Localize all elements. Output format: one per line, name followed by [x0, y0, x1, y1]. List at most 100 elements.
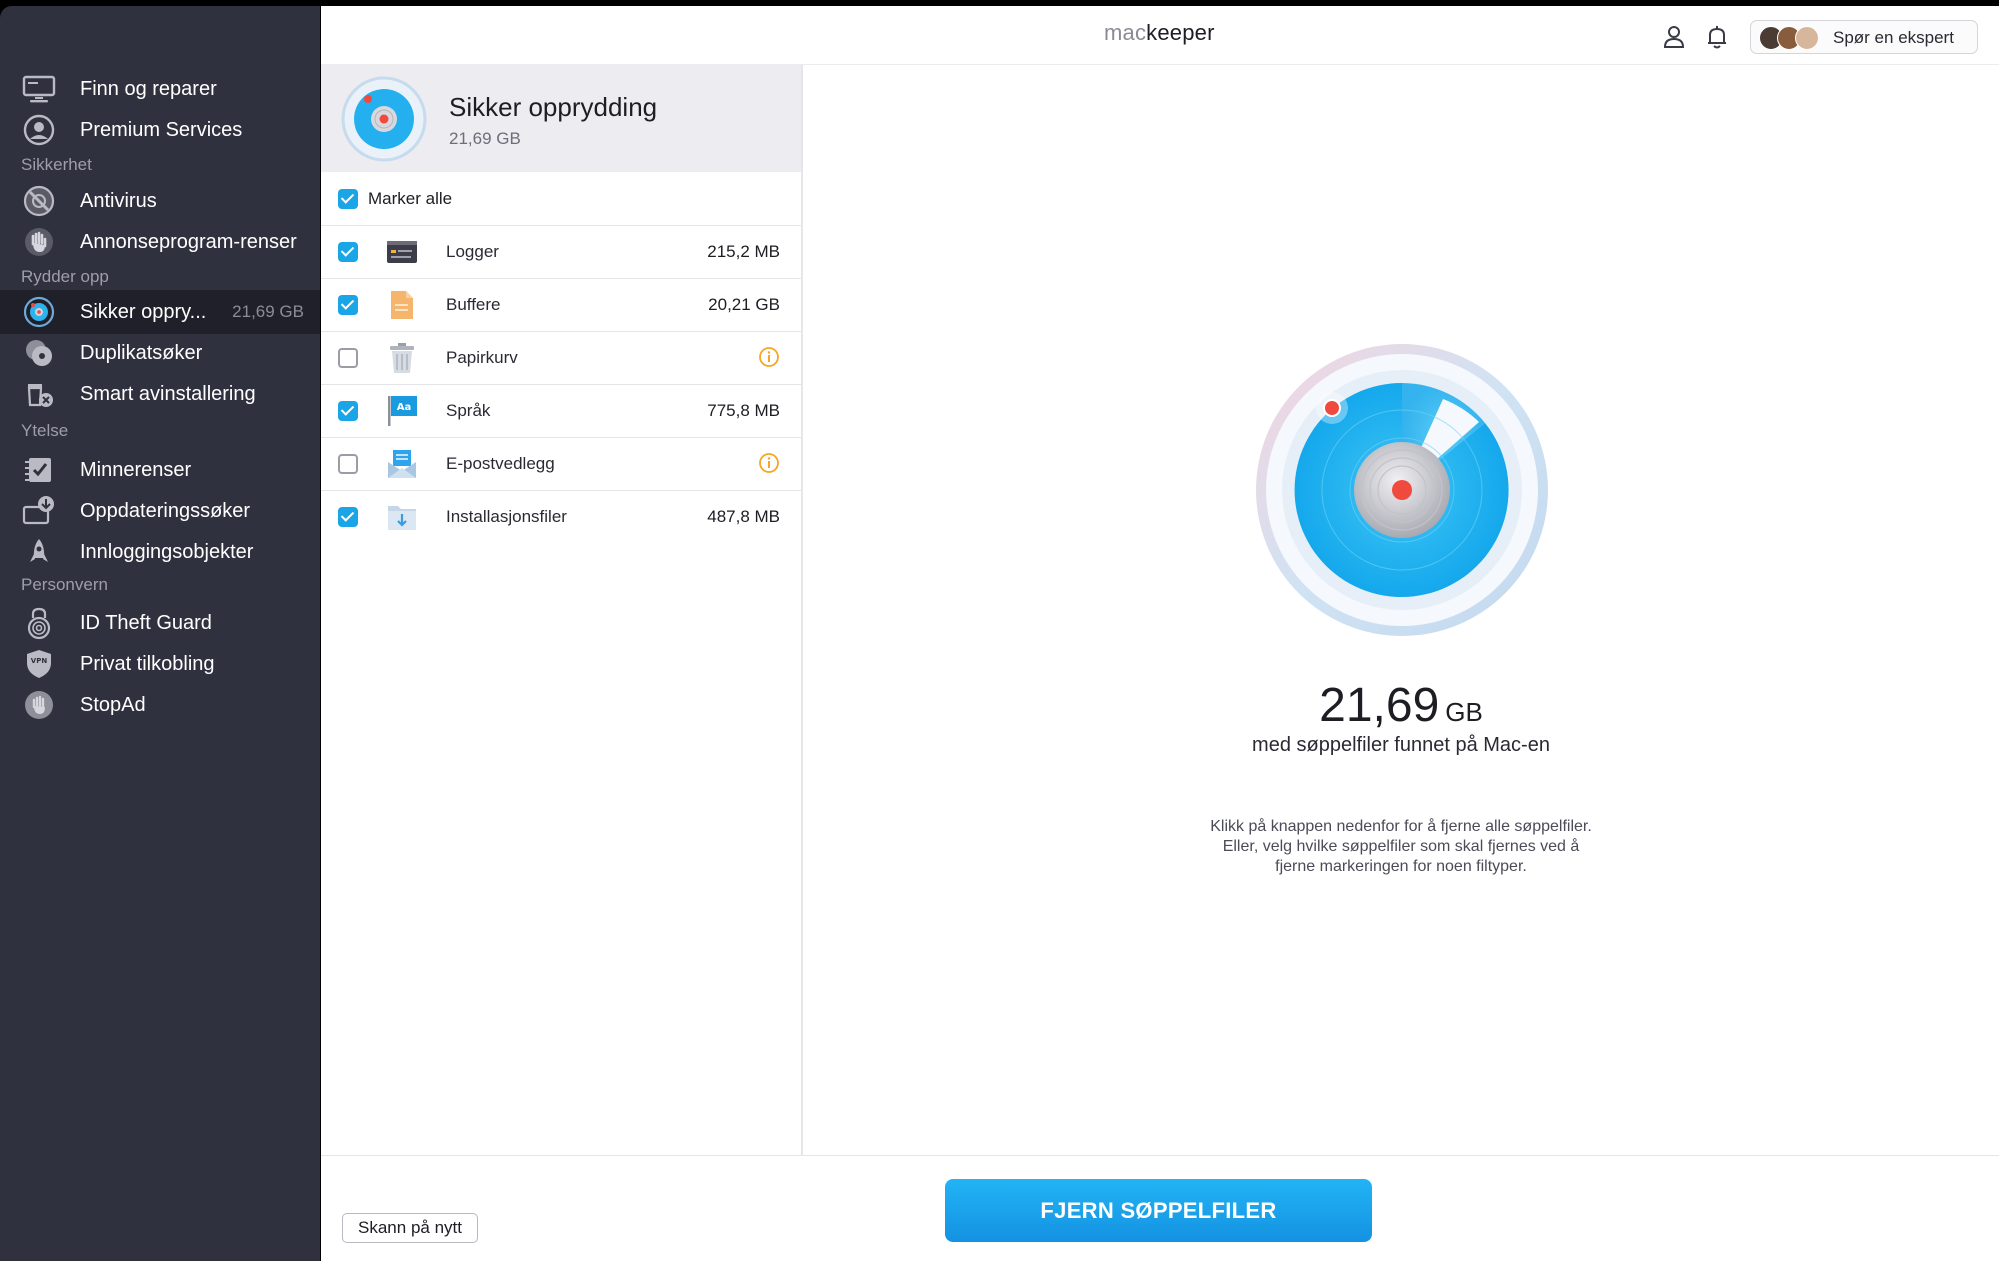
page-title: Sikker opprydding: [449, 92, 658, 122]
select-all-label: Marker alle: [368, 189, 453, 208]
warning-info-icon[interactable]: [758, 452, 780, 474]
mail-attachment-icon: [385, 447, 419, 481]
select-all-row[interactable]: Marker alle: [321, 172, 801, 226]
sidebar-item-label: Premium Services: [80, 118, 243, 141]
sidebar-item-label: Sikker oppry...: [80, 300, 207, 323]
row-size: 215,2 MB: [707, 242, 780, 261]
sidebar-item-antivirus[interactable]: Antivirus: [0, 181, 320, 221]
category-list-panel: Sikker opprydding 21,69 GB Marker alle L…: [321, 65, 803, 1155]
list-item-mail-attachments[interactable]: E-postvedlegg: [321, 437, 801, 491]
sidebar-item-duplicate-finder[interactable]: Duplikatsøker: [0, 333, 320, 373]
ask-expert-button[interactable]: Spør en ekspert: [1750, 20, 1978, 54]
trash-bin-icon: [385, 341, 419, 375]
list-item-trash[interactable]: Papirkurv: [321, 331, 801, 385]
list-item-languages[interactable]: Aa Språk 775,8 MB: [321, 384, 801, 438]
sidebar-item-smart-uninstaller[interactable]: Smart avinstallering: [0, 374, 320, 414]
select-all-checkbox[interactable]: [338, 189, 358, 209]
instruction-text: Klikk på knappen nedenfor for å fjerne a…: [1210, 818, 1592, 875]
list-header: Sikker opprydding 21,69 GB: [321, 65, 801, 172]
sidebar-item-safe-cleanup[interactable]: Sikker oppry... 21,69 GB: [0, 290, 320, 334]
sidebar-item-label: Antivirus: [80, 189, 157, 212]
app-window: Finn og reparer Premium Services Sikkerh…: [0, 0, 1999, 1261]
avatar: [1795, 26, 1819, 50]
radar-icon: [22, 295, 56, 329]
duplicate-discs-icon: [22, 336, 56, 370]
topbar: mackeeper Spør en ekspert: [321, 6, 1999, 65]
notifications-bell-icon[interactable]: [1704, 24, 1730, 50]
section-header-cleanup: Rydder opp: [21, 267, 109, 286]
row-checkbox[interactable]: [338, 242, 358, 262]
summary-panel: 21,69 GB med søppelfiler funnet på Mac-en…: [803, 65, 1999, 1155]
sidebar-item-id-theft-guard[interactable]: ID Theft Guard: [0, 603, 320, 643]
sidebar-item-size: 21,69 GB: [232, 302, 304, 321]
log-file-icon: [385, 235, 419, 269]
remove-junk-button[interactable]: FJERN SØPPELFILER: [945, 1179, 1372, 1242]
row-checkbox[interactable]: [338, 295, 358, 315]
installer-folder-icon: [385, 500, 419, 534]
section-header-privacy: Personvern: [21, 575, 108, 594]
account-icon[interactable]: [1661, 24, 1687, 50]
sidebar-item-find-and-fix[interactable]: Finn og reparer: [0, 69, 320, 109]
row-size: 487,8 MB: [707, 507, 780, 526]
sidebar-item-label: Innloggingsobjekter: [80, 540, 254, 563]
row-size: 20,21 GB: [708, 295, 780, 314]
support-agent-icon: [22, 113, 56, 147]
cleanup-radar-illustration: [1253, 341, 1551, 639]
sidebar-item-label: Smart avinstallering: [80, 382, 256, 405]
sidebar-item-label: Finn og reparer: [80, 77, 217, 100]
list-item-logs[interactable]: Logger 215,2 MB: [321, 225, 801, 279]
row-label: E-postvedlegg: [446, 454, 555, 473]
sidebar-item-private-connect[interactable]: VPN Privat tilkobling: [0, 644, 320, 684]
list-item-installation-files[interactable]: Installasjonsfiler 487,8 MB: [321, 490, 801, 543]
ask-expert-label: Spør en ekspert: [1833, 28, 1954, 47]
sidebar-item-label: Privat tilkobling: [80, 652, 215, 675]
expert-avatars: [1759, 26, 1829, 50]
hand-stop-icon: [22, 225, 56, 259]
row-label: Språk: [446, 401, 491, 420]
found-description: med søppelfiler funnet på Mac-en: [1252, 734, 1550, 756]
monitor-icon: [22, 72, 56, 106]
total-size: 21,69 GB: [449, 129, 521, 148]
found-amount-unit: GB: [1445, 697, 1483, 727]
sidebar-item-update-tracker[interactable]: Oppdateringssøker: [0, 491, 320, 531]
found-amount-value: 21,69: [1319, 679, 1440, 732]
sidebar-item-premium-services[interactable]: Premium Services: [0, 110, 320, 150]
safe-cleanup-radar-icon: [341, 76, 427, 162]
row-checkbox[interactable]: [338, 348, 358, 368]
section-header-security: Sikkerhet: [21, 155, 92, 174]
sidebar-item-label: StopAd: [80, 693, 146, 716]
row-checkbox[interactable]: [338, 401, 358, 421]
antivirus-icon: [22, 184, 56, 218]
section-header-performance: Ytelse: [21, 421, 69, 440]
fingerprint-lock-icon: [22, 606, 56, 640]
sidebar-item-label: Oppdateringssøker: [80, 499, 251, 522]
sidebar-item-stopad[interactable]: StopAd: [0, 685, 320, 725]
rescan-button[interactable]: Skann på nytt: [342, 1213, 478, 1243]
sidebar-item-login-items[interactable]: Innloggingsobjekter: [0, 532, 320, 572]
list-item-caches[interactable]: Buffere 20,21 GB: [321, 278, 801, 332]
language-flag-icon: Aa: [385, 394, 419, 428]
row-label: Logger: [446, 242, 499, 261]
vpn-shield-icon: VPN: [22, 647, 56, 681]
sidebar-item-memory-cleaner[interactable]: Minnerenser: [0, 450, 320, 490]
row-size: 775,8 MB: [707, 401, 780, 420]
svg-text:Aa: Aa: [397, 402, 412, 413]
update-download-icon: [22, 494, 56, 528]
sidebar-item-adware-cleaner[interactable]: Annonseprogram-renser: [0, 222, 320, 262]
row-label: Buffere: [446, 295, 501, 314]
cache-file-icon: [385, 288, 419, 322]
stopad-hand-icon: [22, 688, 56, 722]
sidebar: Finn og reparer Premium Services Sikkerh…: [0, 6, 320, 1261]
uninstall-trash-icon: [22, 377, 56, 411]
sidebar-item-label: Duplikatsøker: [80, 341, 203, 364]
bottom-action-bar: Skann på nytt FJERN SØPPELFILER: [321, 1155, 1999, 1261]
rocket-icon: [22, 535, 56, 569]
row-label: Papirkurv: [446, 348, 518, 367]
found-amount: 21,69 GB: [803, 678, 1999, 733]
row-checkbox[interactable]: [338, 454, 358, 474]
warning-info-icon[interactable]: [758, 346, 780, 368]
row-checkbox[interactable]: [338, 507, 358, 527]
row-label: Installasjonsfiler: [446, 507, 567, 526]
main-area: mackeeper Spør en ekspert Sikker opprydd…: [321, 6, 1999, 1261]
app-logo: mackeeper: [1104, 20, 1215, 45]
